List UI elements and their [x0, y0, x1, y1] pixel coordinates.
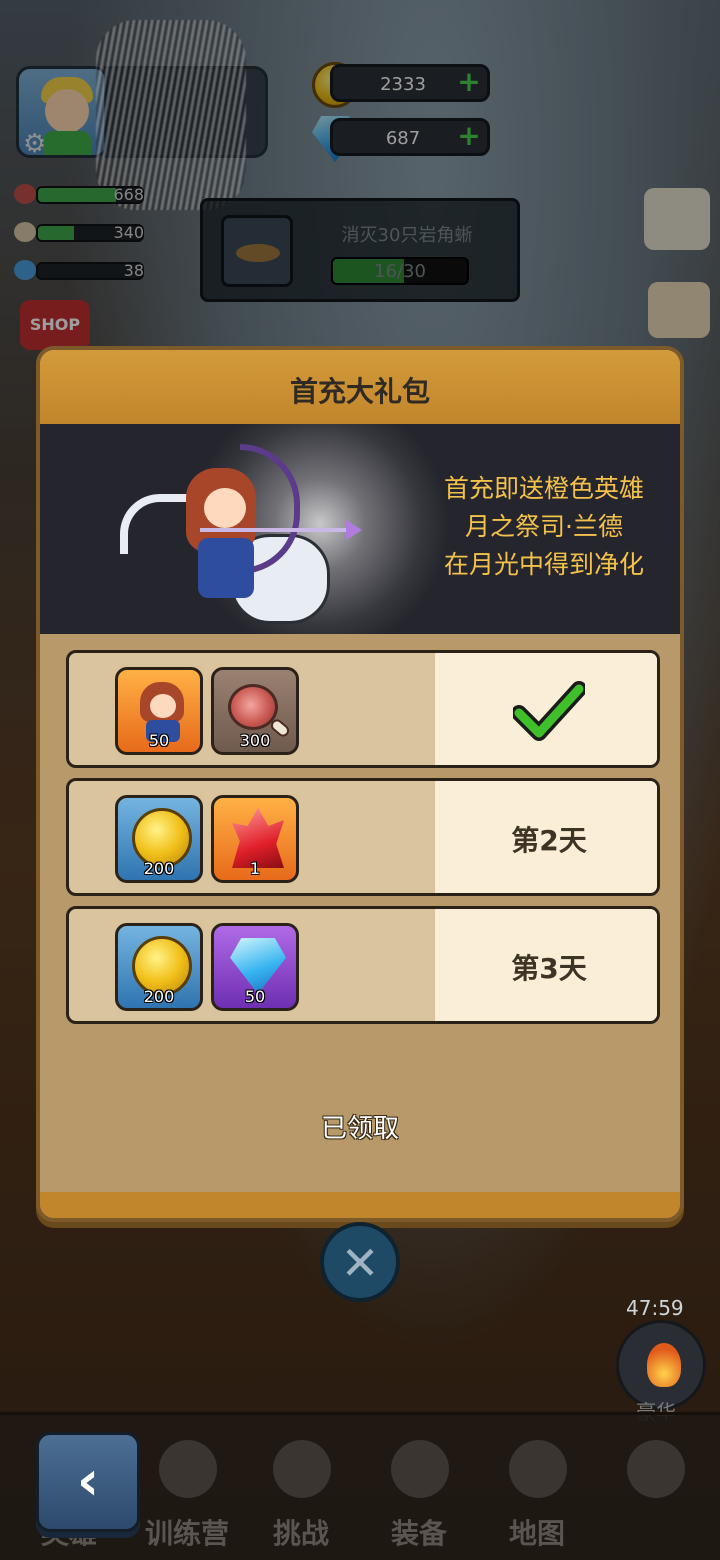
reward-day-label: 第2天 [511, 824, 587, 857]
reward-day-label: 第3天 [511, 952, 587, 985]
sword-icon [273, 1440, 331, 1498]
dialog-footer [40, 1192, 680, 1218]
reward-item-coins[interactable]: 200 [115, 795, 203, 883]
reward-count: 200 [143, 859, 175, 878]
close-icon: ✕ [340, 1236, 380, 1290]
promo-line-2: 月之祭司·兰德 [465, 512, 623, 541]
claimed-status-label: 已领取 [320, 1114, 399, 1144]
hero-icon [140, 682, 184, 742]
promo-text: 首充即送橙色英雄 月之祭司·兰德 在月光中得到净化 [416, 470, 672, 584]
map-scroll-icon [509, 1440, 567, 1498]
reward-row-day-2: 200 1 第2天 [66, 778, 660, 896]
gem-icon [230, 938, 286, 994]
reward-count: 50 [244, 987, 266, 1006]
reward-count: 50 [148, 731, 170, 750]
dialog-header: 首充大礼包 [40, 350, 680, 424]
reward-count: 200 [143, 987, 175, 1006]
promo-line-1: 首充即送橙色英雄 [443, 474, 644, 503]
nav-label: 挑战 [272, 1517, 329, 1550]
reward-count: 1 [249, 859, 261, 878]
nav-label: 装备 [390, 1517, 447, 1550]
reward-count: 300 [239, 731, 271, 750]
first-recharge-dialog: 首充大礼包 首充即送橙色英雄 月之祭司·兰德 在月光中得到净化 50 300 2… [36, 346, 684, 1222]
reward-row-day-1: 50 300 [66, 650, 660, 768]
target-icon [159, 1440, 217, 1498]
reward-item-crystal[interactable]: 1 [211, 795, 299, 883]
back-button[interactable]: ‹ [36, 1432, 140, 1532]
nav-challenge[interactable]: 挑战 [246, 1440, 356, 1560]
back-arrow-icon: ‹ [76, 1449, 100, 1512]
reward-item-gems[interactable]: 50 [211, 923, 299, 1011]
reward-row-day-3: 200 50 第3天 [66, 906, 660, 1024]
reward-item-coins[interactable]: 200 [115, 923, 203, 1011]
reward-item-hero[interactable]: 50 [115, 667, 203, 755]
nav-equipment[interactable]: 装备 [364, 1440, 474, 1560]
dialog-title: 首充大礼包 [289, 375, 430, 408]
nav-label: 训练营 [144, 1517, 229, 1550]
campfire-timer: 47:59 [626, 1296, 684, 1320]
lock-icon [627, 1440, 685, 1498]
nav-label: 地图 [508, 1517, 565, 1550]
promo-line-3: 在月光中得到净化 [443, 550, 644, 579]
nav-training-camp[interactable]: 训练营 [132, 1440, 242, 1560]
close-dialog-button[interactable]: ✕ [320, 1222, 400, 1302]
hero-banner: 首充即送橙色英雄 月之祭司·兰德 在月光中得到净化 [40, 424, 680, 634]
armor-icon [391, 1440, 449, 1498]
reward-item-meat[interactable]: 300 [211, 667, 299, 755]
nav-map[interactable]: 地图 [482, 1440, 592, 1560]
moon-priestess-hero-art [120, 444, 380, 634]
nav-locked[interactable] [600, 1440, 710, 1560]
checkmark-icon [513, 681, 585, 741]
